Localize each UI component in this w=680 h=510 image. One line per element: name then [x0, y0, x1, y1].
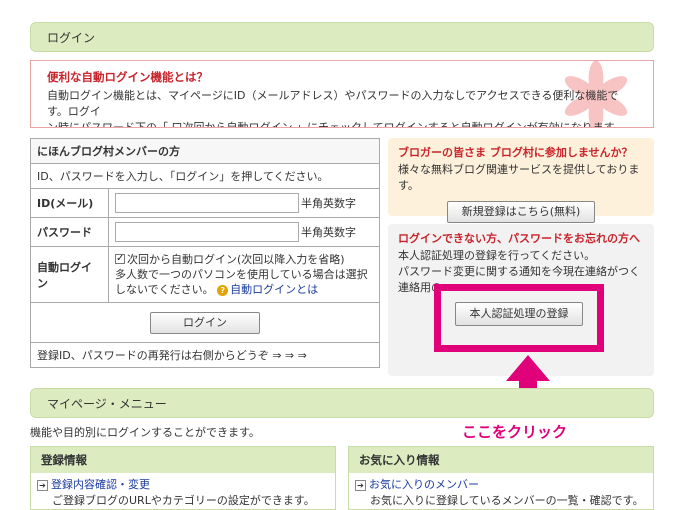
login-section-header: ログイン: [30, 22, 654, 52]
recovery-line-1: 本人認証処理の登録を行ってください。: [398, 249, 596, 262]
arrow-right-icon: ➔: [37, 480, 48, 491]
arrow-right-icon: ➔: [355, 480, 366, 491]
blogger-signup-title: ブロガーの皆さま ブログ村に参加しませんか？: [398, 146, 633, 159]
password-hint: 半角英数字: [301, 226, 356, 239]
favorites-members-link[interactable]: お気に入りのメンバー: [369, 478, 479, 491]
reissue-note: 登録ID、パスワードの再発行は右側からどうぞ ⇒ ⇒ ⇒: [30, 342, 380, 368]
auto-login-checkbox[interactable]: [115, 251, 125, 266]
recovery-title: ログインできない方、パスワードをお忘れの方へ: [398, 232, 640, 245]
mypage-section-header: マイページ・メニュー: [30, 388, 654, 418]
signup-button[interactable]: 新規登録はこちら(無料): [447, 201, 595, 223]
password-label: パスワード: [30, 217, 109, 247]
id-label: ID(メール): [30, 188, 109, 218]
registration-edit-link[interactable]: 登録内容確認・変更: [51, 478, 150, 491]
notice-line-1: 自動ログイン機能とは、マイページにID（メールアドレス）やパスワードの入力なしで…: [47, 89, 619, 118]
click-here-label: ここをクリック: [462, 423, 568, 441]
login-instruction: ID、パスワードを入力し、「ログイン」を押してください。: [30, 163, 380, 189]
question-icon: ?: [217, 285, 229, 296]
id-hint: 半角英数字: [301, 197, 356, 210]
blogger-signup-box: ブロガーの皆さま ブログ村に参加しませんか？ 様々な無料ブログ関連サービスを提供…: [388, 138, 654, 223]
favorites-info-box: お気に入り情報 ➔ お気に入りのメンバー お気に入りに登録しているメンバーの一覧・…: [348, 446, 654, 510]
login-form-header: にほんブログ村メンバーの方: [30, 138, 380, 164]
mypage-description: 機能や目的別にログインすることができます。: [30, 426, 260, 439]
mypage-section-title: マイページ・メニュー: [47, 396, 167, 411]
click-highlight-frame: [434, 284, 604, 352]
recovery-line-2: パスワード変更に関する通知を今現在連絡がつく: [398, 265, 640, 278]
blogger-signup-text: 様々な無料ブログ関連サービスを提供しております。: [398, 163, 640, 192]
login-section-title: ログイン: [47, 30, 96, 45]
registration-edit-desc: ご登録ブログのURLやカテゴリーの設定ができます。: [52, 494, 315, 507]
favorites-info-title: お気に入り情報: [349, 447, 653, 473]
password-input[interactable]: [115, 222, 299, 242]
login-button[interactable]: ログイン: [150, 311, 260, 334]
auto-login-help-link[interactable]: 自動ログインとは: [230, 283, 318, 296]
login-form: にほんブログ村メンバーの方 ID、パスワードを入力し、「ログイン」を押してくださ…: [30, 138, 380, 368]
registration-info-box: 登録情報 ➔ 登録内容確認・変更 ご登録ブログのURLやカテゴリーの設定ができます…: [30, 446, 336, 510]
favorites-members-desc: お気に入りに登録しているメンバーの一覧・確認です。: [370, 494, 644, 507]
notice-title: 便利な自動ログイン機能とは？: [47, 70, 208, 84]
auto-login-notice: 便利な自動ログイン機能とは？ 自動ログイン機能とは、マイページにID（メールアド…: [30, 60, 654, 128]
notice-line-2: ン時にパスワード下の「 口次回から自動ログイン 」にチェックしてログインすると自…: [47, 121, 625, 128]
auto-login-label: 自動ログイン: [30, 246, 109, 303]
auto-login-checkbox-text: 次回から自動ログイン(次回以降入力を省略): [127, 253, 345, 266]
id-input[interactable]: [115, 193, 299, 213]
registration-info-title: 登録情報: [31, 447, 335, 473]
